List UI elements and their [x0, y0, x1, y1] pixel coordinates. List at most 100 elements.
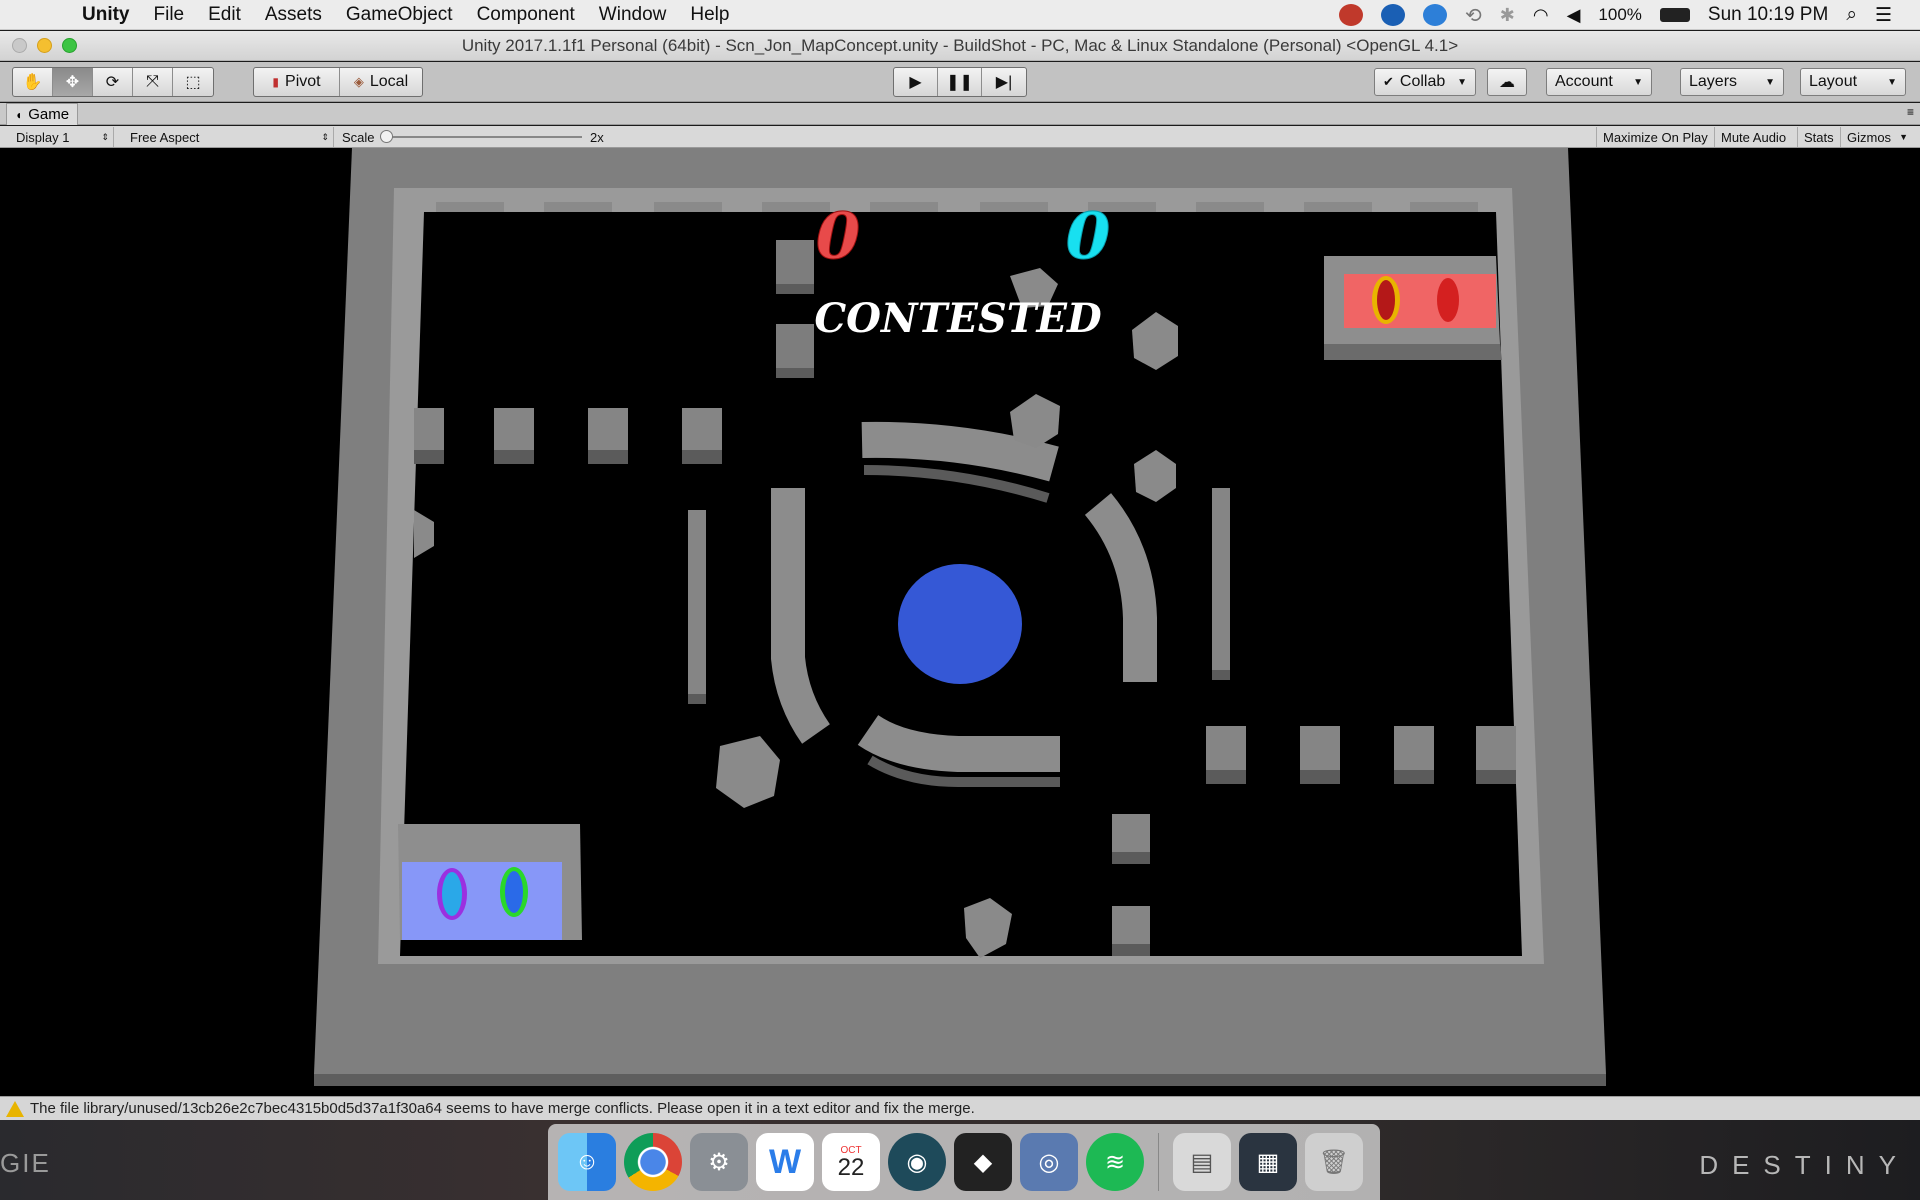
chevron-down-icon: ▼: [1887, 76, 1897, 88]
stats-label: Stats: [1804, 129, 1834, 145]
layout-label: Layout: [1809, 73, 1858, 90]
menu-edit[interactable]: Edit: [196, 4, 253, 26]
pivot-icon: ▮: [272, 75, 280, 89]
display-label: Display 1: [16, 129, 70, 145]
game-scene: 0 0 CONTESTED: [314, 148, 1606, 1086]
play-button[interactable]: ▶: [894, 68, 938, 96]
menu-app-name[interactable]: Unity: [70, 4, 142, 26]
chrome-icon[interactable]: [624, 1133, 682, 1191]
chevron-down-icon: ▼: [1765, 76, 1775, 88]
stats-button[interactable]: Stats: [1797, 127, 1840, 147]
menu-component[interactable]: Component: [465, 4, 587, 26]
clock[interactable]: Sun 10:19 PM: [1708, 4, 1828, 26]
transform-tools: ✋ ✥ ⟳ ⤧ ⬚: [12, 67, 214, 97]
macos-dock: ☺ ⚙ W OCT 22 ◉ ◆ ◎ ≋ ▤ ▦ 🗑: [548, 1124, 1380, 1200]
account-label: Account: [1555, 73, 1613, 90]
collab-label: Collab: [1399, 73, 1446, 90]
account-dropdown[interactable]: Account ▼: [1546, 68, 1652, 96]
gitkraken-icon[interactable]: ◉: [888, 1133, 946, 1191]
menu-gameobject[interactable]: GameObject: [334, 4, 465, 26]
screenshot-folder-icon[interactable]: ▦: [1239, 1133, 1297, 1191]
aspect-label: Free Aspect: [130, 129, 200, 145]
layers-label: Layers: [1689, 73, 1738, 90]
menu-window[interactable]: Window: [587, 4, 679, 26]
pause-button[interactable]: ❚❚: [938, 68, 982, 96]
system-preferences-icon[interactable]: ⚙: [690, 1133, 748, 1191]
collab-dropdown[interactable]: ✔ Collab ▼: [1374, 68, 1476, 96]
red-team-score: 0: [816, 199, 861, 274]
scale-slider-knob[interactable]: [380, 130, 393, 143]
minimize-window-button[interactable]: [37, 38, 52, 53]
zoom-window-button[interactable]: [62, 38, 77, 53]
local-label: Local: [369, 73, 409, 90]
spotlight-search-icon[interactable]: ⌕: [1846, 4, 1857, 26]
dock-separator: [1158, 1133, 1159, 1191]
macos-menubar: Unity File Edit Assets GameObject Compon…: [0, 0, 1920, 30]
hand-tool-button[interactable]: ✋: [13, 68, 53, 96]
arena-wall-front-face: [314, 1074, 1606, 1086]
sync-icon[interactable]: [1380, 4, 1405, 26]
mute-label: Mute Audio: [1721, 129, 1787, 145]
layout-dropdown[interactable]: Layout ▼: [1800, 68, 1906, 96]
rotate-tool-button[interactable]: ⟳: [93, 68, 133, 96]
tab-game[interactable]: ◖ Game: [6, 103, 79, 125]
calendar-icon[interactable]: OCT 22: [822, 1133, 880, 1191]
scale-tool-button[interactable]: ⤧: [133, 68, 173, 96]
cyan-team-score: 0: [1066, 199, 1111, 274]
spotify-icon[interactable]: ≋: [1086, 1133, 1144, 1191]
trash-icon[interactable]: 🗑: [1305, 1133, 1363, 1191]
word-icon[interactable]: W: [756, 1133, 814, 1191]
chevron-down-icon: ▼: [1899, 132, 1908, 142]
console-status-bar[interactable]: The file library/unused/13cb26e2c7bec431…: [0, 1096, 1920, 1120]
menu-file[interactable]: File: [142, 4, 197, 26]
remote-desktop-icon[interactable]: ◎: [1020, 1133, 1078, 1191]
gizmos-dropdown[interactable]: Gizmos ▼: [1840, 127, 1914, 147]
updown-caret-icon: ⇕: [101, 131, 109, 142]
game-tab-row: ◖ Game ≡: [0, 103, 1920, 125]
console-message: The file library/unused/13cb26e2c7bec431…: [30, 1100, 975, 1117]
warning-icon: [6, 1100, 24, 1117]
red-player-capsule: [1437, 278, 1459, 322]
mute-audio-button[interactable]: Mute Audio: [1714, 127, 1792, 147]
pacman-icon: ◖: [15, 107, 23, 122]
scale-value: 2x: [590, 130, 604, 145]
check-icon: ✔: [1383, 74, 1394, 89]
aspect-dropdown[interactable]: Free Aspect ⇕: [122, 127, 334, 147]
pivot-button[interactable]: ▮ Pivot: [254, 68, 340, 96]
bluetooth-icon[interactable]: ✱: [1500, 5, 1515, 26]
tab-menu-icon[interactable]: ≡: [1907, 105, 1914, 119]
messenger-icon[interactable]: [1422, 4, 1447, 26]
tab-game-label: Game: [28, 106, 70, 123]
creative-cloud-icon[interactable]: [1338, 4, 1363, 26]
layers-dropdown[interactable]: Layers ▼: [1680, 68, 1784, 96]
move-tool-button[interactable]: ✥: [53, 68, 93, 96]
notification-center-icon[interactable]: ☰: [1875, 4, 1892, 27]
time-machine-icon[interactable]: ⟲: [1465, 3, 1482, 28]
rect-tool-button[interactable]: ⬚: [173, 68, 213, 96]
battery-percent[interactable]: 100%: [1598, 5, 1641, 25]
gizmos-label: Gizmos: [1847, 129, 1892, 145]
pause-icon: ❚❚: [946, 74, 973, 91]
finder-icon[interactable]: ☺: [558, 1133, 616, 1191]
step-icon: ▶|: [995, 74, 1013, 91]
volume-icon[interactable]: ◀: [1567, 5, 1581, 26]
battery-icon[interactable]: [1659, 8, 1690, 22]
pivot-label: Pivot: [285, 73, 321, 90]
wifi-icon[interactable]: ◠: [1533, 5, 1549, 26]
step-button[interactable]: ▶|: [982, 68, 1026, 96]
unity-icon[interactable]: ◆: [954, 1133, 1012, 1191]
display-dropdown[interactable]: Display 1 ⇕: [8, 127, 114, 147]
menu-help[interactable]: Help: [678, 4, 741, 26]
capture-status-text: CONTESTED: [814, 295, 1102, 342]
document-icon[interactable]: ▤: [1173, 1133, 1231, 1191]
menu-assets[interactable]: Assets: [253, 4, 334, 26]
scale-slider-track[interactable]: [386, 136, 582, 138]
red-team-base: [1324, 256, 1502, 360]
cloud-button[interactable]: ☁: [1487, 68, 1527, 96]
cube-icon: ◈: [353, 74, 364, 89]
maximize-on-play-button[interactable]: Maximize On Play: [1596, 127, 1714, 147]
game-viewport[interactable]: 0 0 CONTESTED: [0, 148, 1920, 1096]
rotate-icon: ⟳: [105, 74, 120, 91]
close-window-button[interactable]: [12, 38, 27, 53]
local-button[interactable]: ◈ Local: [340, 68, 422, 96]
